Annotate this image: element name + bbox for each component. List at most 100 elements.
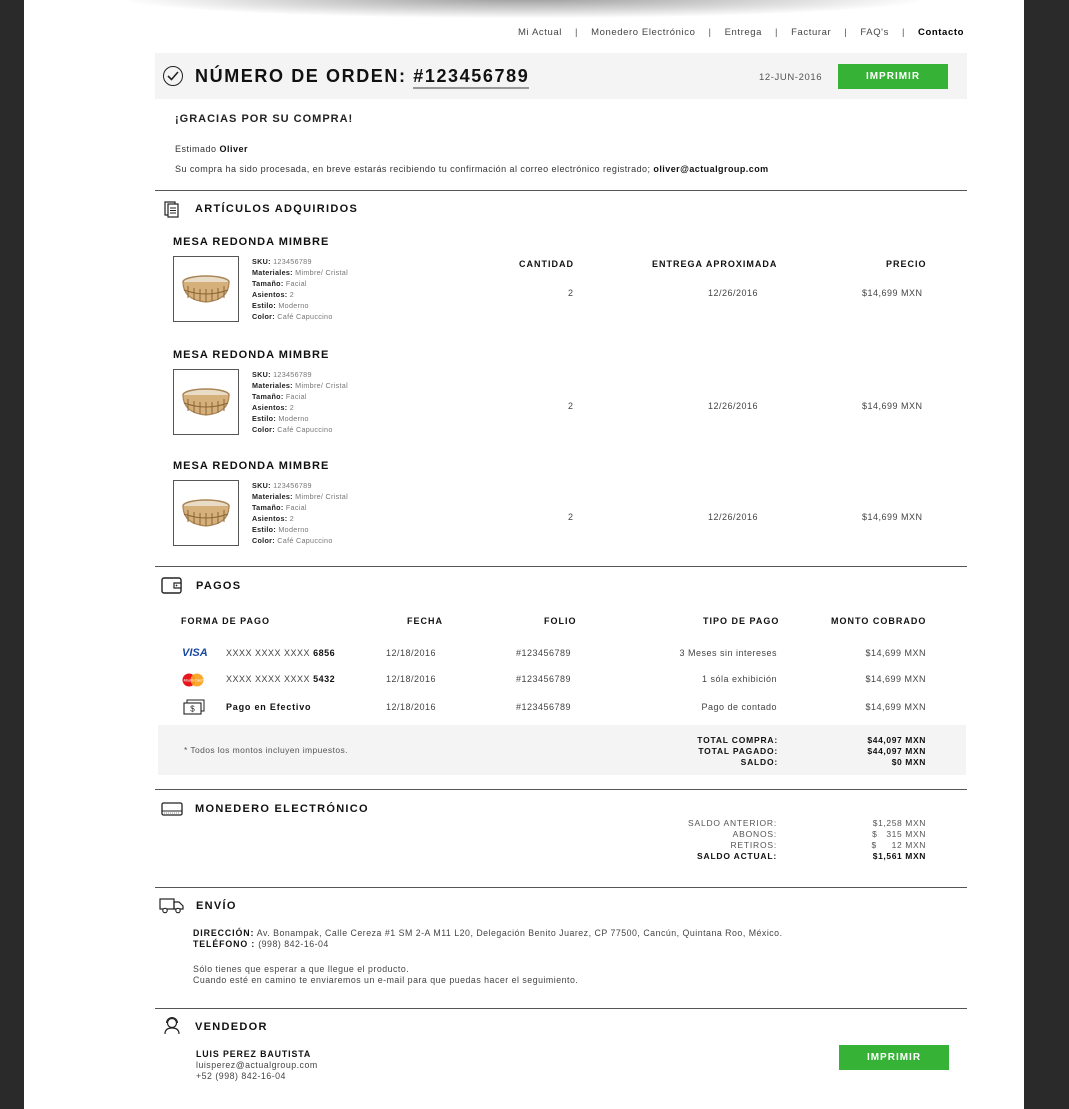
payment-amount: $14,699 MXN	[865, 702, 926, 712]
payment-type: 3 Meses sin intereses	[679, 648, 777, 658]
item-specs: SKU: 123456789 Materiales: Mimbre/ Crist…	[252, 370, 348, 434]
totals-labels: TOTAL COMPRA: TOTAL PAGADO: SALDO:	[697, 735, 778, 767]
section-divider	[155, 1008, 967, 1009]
item-quantity: 2	[568, 401, 574, 411]
svg-text:$: $	[190, 705, 195, 714]
column-header-price: PRECIO	[886, 259, 927, 269]
item-specs: SKU: 123456789 Materiales: Mimbre/ Crist…	[252, 481, 348, 545]
nav-link-facturar[interactable]: Facturar	[791, 27, 831, 38]
print-button-bottom[interactable]: IMPRIMIR	[839, 1045, 949, 1070]
shipping-message: Sólo tienes que esperar a que llegue el …	[193, 964, 579, 985]
processed-message: Su compra ha sido procesada, en breve es…	[175, 164, 769, 174]
item-price: $14,699 MXN	[862, 288, 923, 298]
payment-method: XXXX XXXX XXXX 5432	[226, 674, 336, 684]
nav-link-contacto[interactable]: Contacto	[918, 27, 964, 38]
payment-type: 1 sóla exhibición	[701, 674, 777, 684]
item-price: $14,699 MXN	[862, 512, 923, 522]
nav-separator: |	[844, 27, 848, 38]
seller-title: VENDEDOR	[195, 1021, 268, 1033]
order-date: 12-JUN-2016	[759, 72, 823, 83]
nav-link-mi-actual[interactable]: Mi Actual	[518, 27, 562, 38]
tax-note: * Todos los montos incluyen impuestos.	[184, 745, 348, 755]
seller-name: LUIS PEREZ BAUTISTA	[196, 1049, 312, 1059]
item-delivery: 12/26/2016	[708, 401, 759, 411]
item-price: $14,699 MXN	[862, 401, 923, 411]
item-name: MESA REDONDA MIMBRE	[173, 236, 330, 248]
wallet-icon	[161, 577, 183, 599]
shipping-title: ENVÍO	[196, 900, 237, 912]
payment-amount: $14,699 MXN	[865, 648, 926, 658]
user-headset-icon	[163, 1016, 181, 1040]
order-number: #123456789	[413, 66, 530, 89]
item-name: MESA REDONDA MIMBRE	[173, 460, 330, 472]
customer-email: oliver@actualgroup.com	[653, 164, 769, 174]
item-specs: SKU: 123456789 Materiales: Mimbre/ Crist…	[252, 257, 348, 321]
payments-title: PAGOS	[196, 580, 242, 592]
column-header-date: FECHA	[407, 616, 443, 626]
wicker-table-image	[182, 499, 230, 527]
nav-link-entrega[interactable]: Entrega	[725, 27, 762, 38]
payment-folio: #123456789	[516, 702, 572, 712]
wicker-table-image	[182, 275, 230, 303]
nav-separator: |	[901, 27, 906, 38]
column-header-folio: FOLIO	[544, 616, 577, 626]
credit-card-icon	[161, 802, 183, 821]
nav-link-monedero[interactable]: Monedero Electrónico	[591, 27, 695, 38]
greeting-text: Estimado Oliver	[175, 144, 249, 154]
payment-folio: #123456789	[516, 648, 572, 658]
payment-date: 12/18/2016	[386, 674, 437, 684]
customer-name: Oliver	[219, 144, 249, 154]
product-thumbnail[interactable]	[173, 480, 239, 546]
cash-icon: $	[183, 699, 205, 720]
payment-folio: #123456789	[516, 674, 572, 684]
order-title: NÚMERO DE ORDEN: #123456789	[195, 66, 530, 89]
column-header-amount: MONTO COBRADO	[831, 616, 927, 626]
order-confirmation-page: Mi Actual | Monedero Electrónico | Entre…	[24, 0, 1024, 1109]
wallet-title: MONEDERO ELECTRÓNICO	[195, 803, 369, 815]
svg-text:MasterCard: MasterCard	[184, 679, 204, 683]
order-label: NÚMERO DE ORDEN:	[195, 66, 407, 86]
wallet-values: $1,258 MXN $ 315 MXN $ 12 MXN $1,561 MXN	[871, 818, 926, 861]
shipping-address: DIRECCIÓN: Av. Bonampak, Calle Cereza #1…	[193, 928, 783, 949]
order-header: NÚMERO DE ORDEN: #123456789 12-JUN-2016 …	[155, 53, 967, 99]
seller-phone: +52 (998) 842-16-04	[196, 1071, 286, 1081]
section-divider	[155, 190, 967, 191]
print-button[interactable]: IMPRIMIR	[838, 64, 948, 89]
section-divider	[155, 887, 967, 888]
truck-icon	[159, 898, 185, 919]
thanks-heading: ¡GRACIAS POR SU COMPRA!	[175, 113, 354, 125]
column-header-delivery: ENTREGA APROXIMADA	[652, 259, 778, 269]
wicker-table-image	[182, 388, 230, 416]
item-name: MESA REDONDA MIMBRE	[173, 349, 330, 361]
payment-date: 12/18/2016	[386, 648, 437, 658]
payment-amount: $14,699 MXN	[865, 674, 926, 684]
visa-logo: VISA	[182, 647, 208, 659]
column-header-payment-method: FORMA DE PAGO	[181, 616, 270, 626]
item-delivery: 12/26/2016	[708, 288, 759, 298]
check-circle-icon	[163, 66, 183, 86]
payment-method: Pago en Efectivo	[226, 702, 312, 712]
product-thumbnail[interactable]	[173, 369, 239, 435]
mastercard-logo: MasterCard	[181, 673, 205, 692]
nav-link-faqs[interactable]: FAQ's	[860, 27, 889, 38]
section-divider	[155, 789, 967, 790]
seller-info: LUIS PEREZ BAUTISTA luisperez@actualgrou…	[196, 1049, 318, 1082]
wallet-labels: SALDO ANTERIOR: ABONOS: RETIROS: SALDO A…	[688, 818, 777, 861]
column-header-payment-type: TIPO DE PAGO	[703, 616, 780, 626]
item-quantity: 2	[568, 512, 574, 522]
articles-title: ARTÍCULOS ADQUIRIDOS	[195, 203, 359, 215]
seller-email[interactable]: luisperez@actualgroup.com	[196, 1060, 318, 1071]
product-thumbnail[interactable]	[173, 256, 239, 322]
column-header-quantity: CANTIDAD	[519, 259, 574, 269]
nav-separator: |	[574, 27, 579, 38]
nav-separator: |	[708, 27, 712, 38]
item-delivery: 12/26/2016	[708, 512, 759, 522]
payment-type: Pago de contado	[701, 702, 777, 712]
top-nav: Mi Actual | Monedero Electrónico | Entre…	[518, 27, 964, 38]
payment-totals: * Todos los montos incluyen impuestos. T…	[158, 725, 966, 775]
receipt-icon	[164, 201, 180, 223]
item-quantity: 2	[568, 288, 574, 298]
payment-date: 12/18/2016	[386, 702, 437, 712]
payment-method: XXXX XXXX XXXX 6856	[226, 648, 336, 658]
section-divider	[155, 566, 967, 567]
